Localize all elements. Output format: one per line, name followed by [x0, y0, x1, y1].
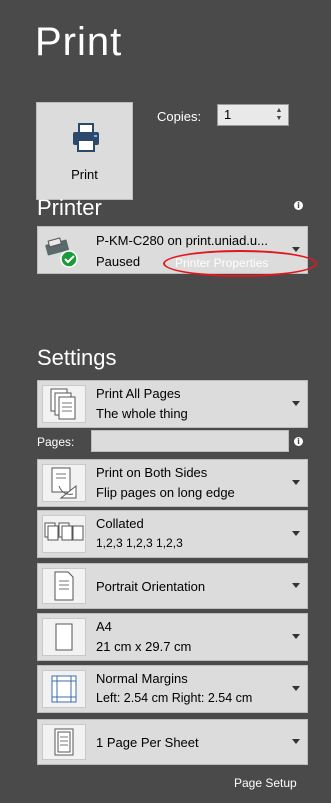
- printer-icon: [73, 123, 99, 152]
- collation-dropdown[interactable]: Collated 1,2,3 1,2,3 1,2,3: [37, 510, 308, 558]
- printer-section-title: Printer: [37, 195, 102, 220]
- paper-size-label: A4: [96, 619, 112, 634]
- pages-per-sheet-icon: [42, 724, 86, 760]
- pages-per-sheet-dropdown[interactable]: 1 Page Per Sheet: [37, 719, 308, 765]
- margins-icon: [42, 670, 86, 708]
- info-icon[interactable]: i: [294, 201, 303, 210]
- chevron-down-icon: [292, 634, 300, 639]
- print-range-dropdown[interactable]: Print All Pages The whole thing: [37, 380, 308, 428]
- print-range-label: Print All Pages: [96, 386, 181, 401]
- chevron-down-icon: [292, 531, 300, 536]
- pages-icon: [42, 385, 86, 423]
- collation-label: Collated: [96, 516, 144, 531]
- chevron-down-icon: [292, 480, 300, 485]
- printer-name: P-KM-C280 on print.uniad.u...: [96, 233, 268, 248]
- chevron-down-icon: [292, 583, 300, 588]
- settings-section-title: Settings: [37, 345, 117, 370]
- collation-description: 1,2,3 1,2,3 1,2,3: [96, 536, 183, 550]
- margins-description: Left: 2.54 cm Right: 2.54 cm: [96, 691, 253, 705]
- increment-icon[interactable]: ▲: [276, 107, 283, 115]
- pages-label: Pages:: [37, 435, 75, 449]
- margins-dropdown[interactable]: Normal Margins Left: 2.54 cm Right: 2.54…: [37, 665, 308, 713]
- duplex-description: Flip pages on long edge: [96, 485, 235, 500]
- pages-input[interactable]: [91, 430, 289, 452]
- info-icon[interactable]: i: [294, 437, 303, 446]
- collated-icon: [42, 515, 86, 553]
- duplex-icon: [42, 464, 86, 502]
- printer-status: Paused: [96, 254, 141, 269]
- copies-label: Copies:: [157, 109, 202, 124]
- orientation-dropdown[interactable]: Portrait Orientation: [37, 563, 308, 609]
- page-setup-link[interactable]: Page Setup: [234, 776, 297, 790]
- copies-stepper[interactable]: 1 ▲ ▼: [217, 104, 289, 126]
- chevron-down-icon: [292, 686, 300, 691]
- paper-size-dropdown[interactable]: A4 21 cm x 29.7 cm: [37, 613, 308, 661]
- printer-ready-icon: [42, 233, 82, 269]
- duplex-label: Print on Both Sides: [96, 465, 208, 480]
- print-button[interactable]: Print: [36, 102, 133, 200]
- decrement-icon[interactable]: ▼: [276, 115, 283, 123]
- chevron-down-icon: [292, 739, 300, 744]
- margins-label: Normal Margins: [96, 671, 188, 686]
- print-button-label: Print: [71, 167, 98, 182]
- chevron-down-icon: [292, 401, 300, 406]
- chevron-down-icon: [292, 247, 300, 252]
- copies-value: 1: [224, 107, 232, 122]
- paper-size-description: 21 cm x 29.7 cm: [96, 639, 192, 654]
- paper-size-icon: [42, 618, 86, 656]
- orientation-label: Portrait Orientation: [96, 579, 206, 594]
- page-title: Print: [35, 20, 123, 64]
- print-range-description: The whole thing: [96, 406, 188, 421]
- printer-properties-link[interactable]: Printer Properties: [175, 256, 268, 270]
- pages-per-sheet-label: 1 Page Per Sheet: [96, 735, 199, 750]
- portrait-icon: [42, 568, 86, 604]
- duplex-dropdown[interactable]: Print on Both Sides Flip pages on long e…: [37, 459, 308, 507]
